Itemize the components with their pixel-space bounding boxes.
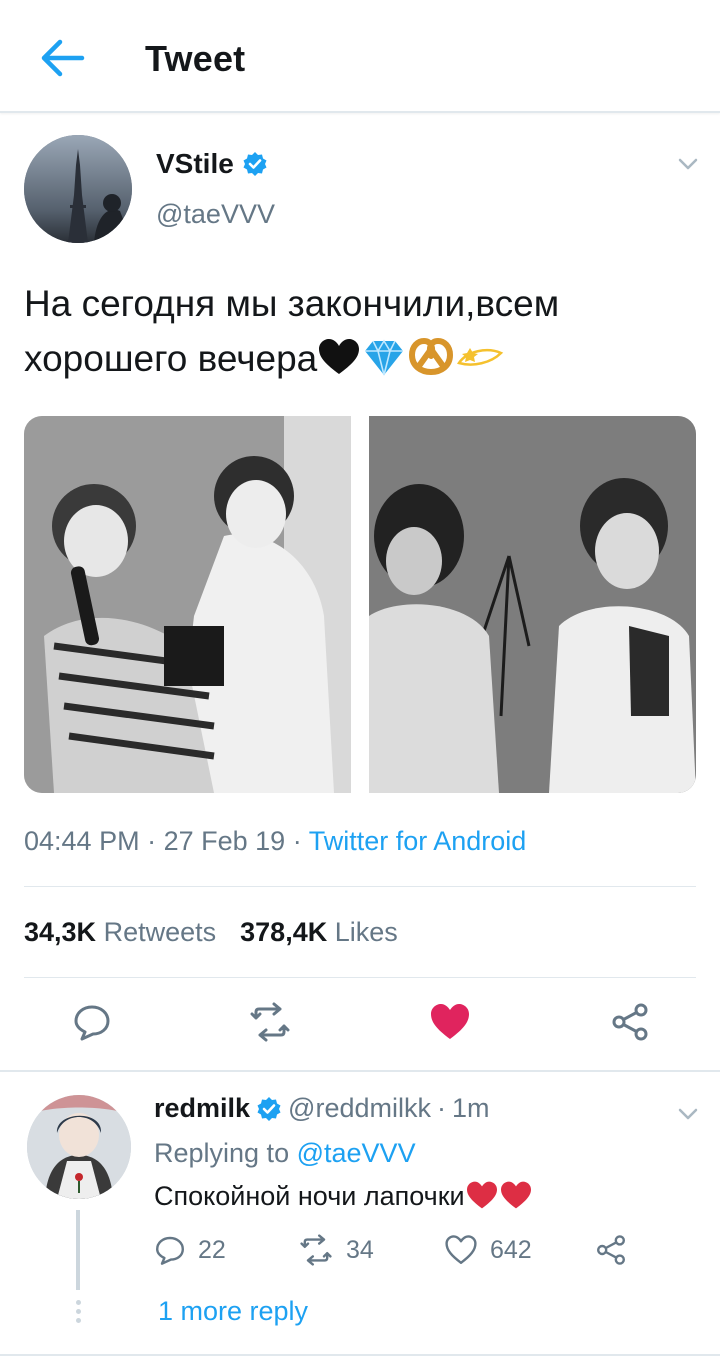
tweet-media[interactable] [24,416,696,793]
meta-separator: · [292,826,309,856]
divider [24,977,696,978]
tweet-timestamp: 04:44 PM · 27 Feb 19 · Twitter for Andro… [24,826,526,857]
retweet-icon [250,1002,290,1042]
retweet-count: 34 [346,1235,374,1264]
back-button[interactable] [38,36,90,80]
reply-retweet-button[interactable]: 34 [298,1234,374,1266]
like-button[interactable] [428,1000,472,1044]
likes-count: 378,4K [240,917,328,947]
retweets-count: 34,3K [24,917,97,947]
reply-actions: 22 34 642 [154,1234,694,1274]
red-heart-emoji [465,1181,499,1211]
reply-author-handle: @reddmilkk [288,1093,431,1123]
reply-reply-button[interactable]: 22 [154,1234,226,1266]
arrow-left-icon [41,39,85,77]
share-button[interactable] [608,1000,652,1044]
divider [0,1070,720,1072]
chevron-down-icon[interactable] [674,1100,702,1128]
replying-to-handle[interactable]: @taeVVV [297,1138,416,1168]
retweets-label: Retweets [103,917,217,947]
black-heart-emoji [317,338,361,379]
author-avatar[interactable] [24,135,132,243]
reply-share-button[interactable] [594,1234,628,1266]
tweet-time: 04:44 PM [24,826,140,856]
chevron-down-icon[interactable] [674,150,702,178]
author-name-text: VStile [156,148,234,179]
reply-author-name[interactable]: redmilk [154,1093,250,1124]
tweet-photo-1[interactable] [24,416,351,793]
retweet-button[interactable] [248,1000,292,1044]
likes-label: Likes [334,917,398,947]
author-name[interactable]: VStile [156,148,268,180]
share-icon [597,1235,626,1265]
tweet-text: На сегодня мы закончили,всем хорошего ве… [24,276,704,386]
replying-to: Replying to @taeVVV [154,1138,416,1169]
gem-emoji [361,338,407,379]
thread-dots [74,1300,82,1324]
reply-like-button[interactable]: 642 [444,1234,532,1266]
reply-author-avatar[interactable] [27,1095,131,1199]
reply-icon [74,1005,110,1041]
page-title: Tweet [145,38,246,79]
reply-count: 22 [198,1235,226,1264]
retweet-icon [300,1234,332,1266]
meta-separator: · [436,1093,446,1123]
avatar-image [27,1095,131,1199]
divider [0,1354,720,1356]
top-bar: Tweet [0,0,720,113]
divider [24,886,696,887]
verified-badge-icon [243,152,267,176]
pretzel-emoji [407,338,455,379]
heart-filled-icon [431,1004,469,1039]
reply-age: 1m [451,1093,490,1123]
tweet-source-link[interactable]: Twitter for Android [309,826,527,856]
reply-icon [156,1236,184,1265]
reply-text-body: Спокойной ночи лапочки [154,1181,465,1211]
avatar-image [24,135,132,243]
author-handle: @taeVVV [156,199,275,229]
photo-image [24,416,351,793]
share-icon [612,1003,648,1041]
tweet-date: 27 Feb 19 [163,826,286,856]
tweet-actions [0,1000,720,1048]
verified-badge-icon [257,1096,281,1121]
tweet-photo-2[interactable] [369,416,696,793]
likes-stat[interactable]: 378,4K Likes [240,917,398,948]
replying-to-label: Replying to [154,1138,290,1168]
reply-text: Спокойной ночи лапочки [154,1180,533,1212]
retweets-stat[interactable]: 34,3K Retweets [24,917,216,948]
more-replies-link[interactable]: 1 more reply [158,1296,308,1327]
red-heart-emoji [499,1181,533,1211]
reply-header: redmilk @reddmilkk · 1m [154,1093,490,1124]
dizzy-star-emoji [455,338,505,379]
photo-image [369,416,696,793]
thread-line [76,1210,80,1290]
like-count: 642 [490,1235,532,1264]
heart-outline-icon [445,1235,477,1264]
tweet-stats: 34,3K Retweets 378,4K Likes [24,917,398,948]
reply-button[interactable] [70,1000,114,1044]
meta-separator: · [147,826,164,856]
